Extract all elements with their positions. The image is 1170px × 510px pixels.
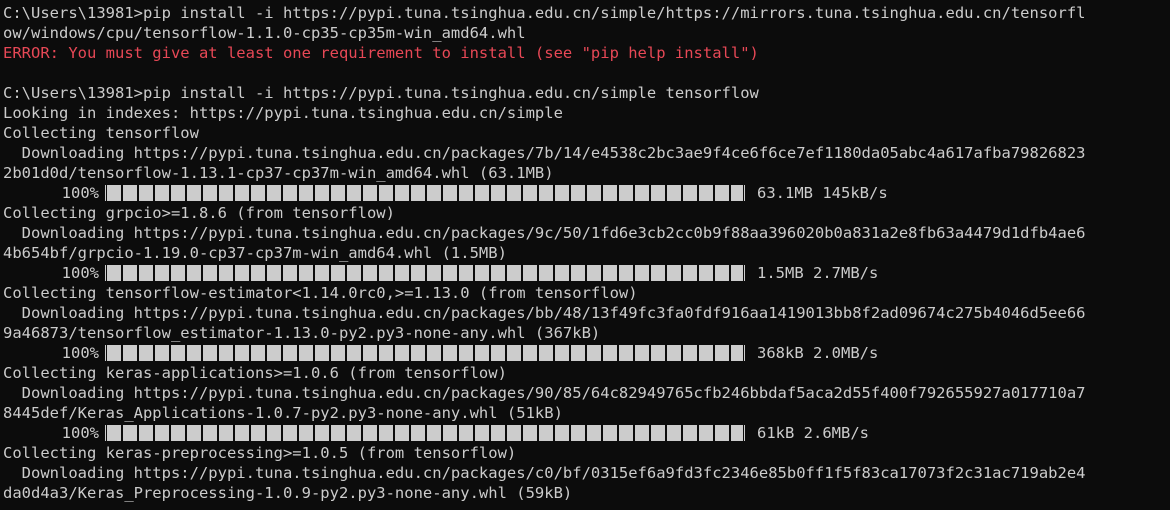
output-line: Downloading https://pypi.tuna.tsinghua.e… [3,384,1086,402]
output-line: Downloading https://pypi.tuna.tsinghua.e… [3,224,1086,242]
output-line: Collecting tensorflow [3,124,199,142]
progress-line: 100% 368kB 2.0MB/s [3,343,1170,363]
output-line: Collecting keras-preprocessing>=1.0.5 (f… [3,444,517,462]
progress-bar [105,265,745,281]
progress-bar [105,425,745,441]
output-line: 2b01d0d/tensorflow-1.13.1-cp37-cp37m-win… [3,164,554,182]
output-line: C:\Users\13981>pip install -i https://py… [3,84,759,102]
progress-line: 100% 63.1MB 145kB/s [3,183,1170,203]
output-line: 8445def/Keras_Applications-1.0.7-py2.py3… [3,404,563,422]
output-line: Downloading https://pypi.tuna.tsinghua.e… [3,144,1086,162]
progress-stats: 1.5MB 2.7MB/s [757,264,879,282]
progress-bar [105,185,745,201]
progress-bar-fill [107,265,743,281]
output-line: C:\Users\13981>pip install -i https://py… [3,4,1086,22]
progress-bar-fill [107,185,743,201]
progress-bar [105,345,745,361]
output-line: Collecting keras-applications>=1.0.6 (fr… [3,364,507,382]
progress-line: 100% 61kB 2.6MB/s [3,423,1170,443]
output-line: ow/windows/cpu/tensorflow-1.1.0-cp35-cp3… [3,24,526,42]
progress-percent: 100% [61,184,99,202]
output-line: Downloading https://pypi.tuna.tsinghua.e… [3,304,1086,322]
progress-stats: 63.1MB 145kB/s [757,184,888,202]
output-line: Collecting tensorflow-estimator<1.14.0rc… [3,284,638,302]
progress-percent: 100% [61,264,99,282]
terminal-output[interactable]: C:\Users\13981>pip install -i https://py… [0,0,1170,510]
progress-stats: 61kB 2.6MB/s [757,424,869,442]
output-line: da0d4a3/Keras_Preprocessing-1.0.9-py2.py… [3,484,573,502]
progress-stats: 368kB 2.0MB/s [757,344,879,362]
progress-line: 100% 1.5MB 2.7MB/s [3,263,1170,283]
output-line: Downloading https://pypi.tuna.tsinghua.e… [3,464,1086,482]
progress-bar-fill [107,345,743,361]
progress-bar-fill [107,425,743,441]
output-line: Looking in indexes: https://pypi.tuna.ts… [3,104,563,122]
progress-percent: 100% [61,424,99,442]
output-line: 4b654bf/grpcio-1.19.0-cp37-cp37m-win_amd… [3,244,507,262]
output-line: 9a46873/tensorflow_estimator-1.13.0-py2.… [3,324,601,342]
progress-percent: 100% [61,344,99,362]
output-line: Collecting grpcio>=1.8.6 (from tensorflo… [3,204,395,222]
error-line: ERROR: You must give at least one requir… [3,44,759,62]
